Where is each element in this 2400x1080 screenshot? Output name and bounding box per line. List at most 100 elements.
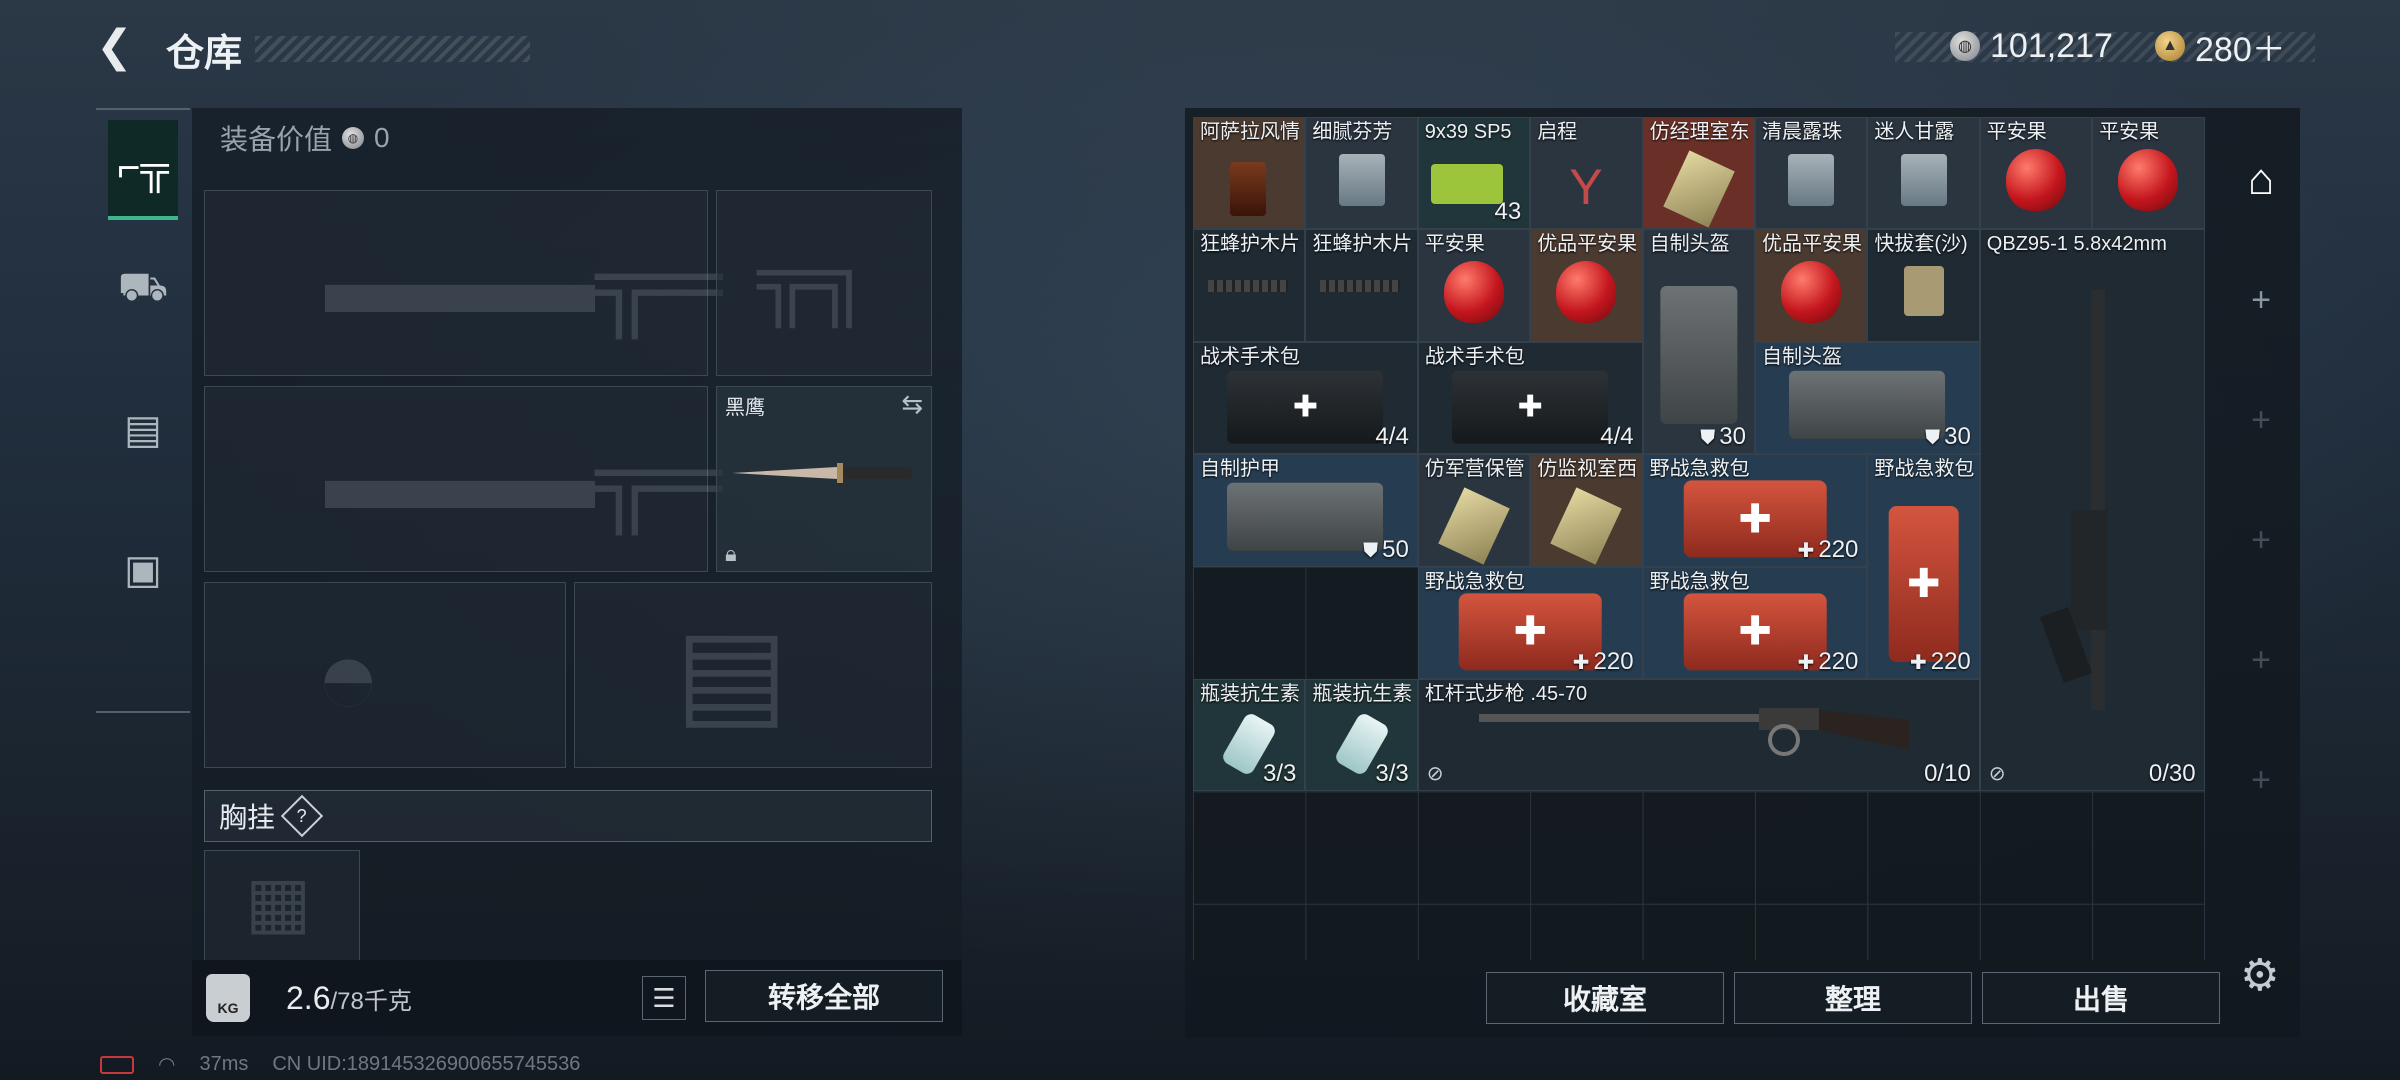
stash-item[interactable]: 仿经理室东 <box>1642 117 1755 230</box>
sell-button[interactable]: 出售 <box>1982 972 2220 1024</box>
item-name: QBZ95-1 5.8x42mm <box>1986 233 2167 256</box>
item-name: 9x39 SP5 <box>1424 121 1512 143</box>
secondary-weapon-slot[interactable]: ▬▬▬╦═ <box>204 386 723 572</box>
apple-image <box>1443 261 1504 324</box>
currency-silver: ◍ 101,217 <box>1950 26 2113 66</box>
stash-item[interactable]: 瓶装抗生素 3/3 <box>1193 679 1306 792</box>
item-name: 战术手术包 <box>1424 345 1525 368</box>
stash-item[interactable]: 9x39 SP5 43 <box>1417 117 1531 230</box>
primary-weapon-slot[interactable]: ▬▬▬╦═ <box>204 190 723 376</box>
stash-item[interactable]: 优品平安果 <box>1755 229 1868 342</box>
tab-backpack[interactable]: ⛟ <box>108 240 178 340</box>
stash-item[interactable]: 自制头盔 ⛊ 30 <box>1642 229 1755 455</box>
add-tab-icon[interactable]: + <box>2223 270 2299 330</box>
list-view-button[interactable]: ☰ <box>642 976 686 1020</box>
stash-item[interactable]: QBZ95-1 5.8x42mm 0/30 ⊘ <box>1979 229 2205 792</box>
handguard-image <box>1208 280 1288 293</box>
stash-item[interactable]: 平安果 <box>2092 117 2205 230</box>
item-name: 阿萨拉风情 <box>1200 121 1300 143</box>
stash-item[interactable]: ✚ 野战急救包 ✚ 220 <box>1417 566 1643 679</box>
organize-button[interactable]: 整理 <box>1734 972 1972 1024</box>
chest-rig-slot[interactable]: ▦ <box>204 850 360 964</box>
stash-item[interactable]: 平安果 <box>1417 229 1531 342</box>
item-qty: 43 <box>1494 198 1522 226</box>
durability-icon: ⛊ <box>1700 427 1716 450</box>
stash-home-icon[interactable]: ⌂ <box>2223 150 2299 210</box>
stash-item[interactable]: 阿萨拉风情 <box>1193 117 1306 230</box>
side-tabs: ⌐╦ ⛟ ▤ ▣ <box>96 108 190 713</box>
knife-name: 黑鹰 <box>725 397 765 419</box>
keycard-image <box>1438 487 1510 565</box>
item-name: 平安果 <box>1424 233 1485 256</box>
medkit-image: ✚ <box>1888 506 1959 663</box>
stash-item[interactable]: 狂蜂护木片 <box>1305 229 1418 342</box>
stash-item[interactable]: 迷人甘露 <box>1867 117 1980 230</box>
transfer-all-button[interactable]: 转移全部 <box>705 970 943 1022</box>
weight-display: 2.6/78千克 <box>286 980 412 1016</box>
equipment-value: 装备价值 ◍ 0 <box>220 118 390 158</box>
battery-icon <box>100 1055 134 1074</box>
stash-item[interactable]: ✚ 战术手术包 4/4 <box>1417 341 1643 455</box>
item-name: 野战急救包 <box>1649 458 1750 481</box>
help-icon[interactable]: ? <box>280 794 324 838</box>
stash-item[interactable]: 自制护甲 ⛊ 50 <box>1193 454 1418 567</box>
stash-item[interactable]: 优品平安果 <box>1530 229 1643 342</box>
item-name: 启程 <box>1537 121 1578 143</box>
stash-item[interactable]: ✚ 野战急救包 ✚ 220 <box>1867 454 1980 679</box>
stash-item[interactable]: 狂蜂护木片 <box>1193 229 1306 342</box>
durability-icon: ⛊ <box>1925 427 1941 450</box>
ping: 37ms <box>199 1053 249 1075</box>
add-tab-icon[interactable]: + <box>2223 390 2299 450</box>
helmet-slot[interactable]: ◓ <box>204 582 566 768</box>
gold-coin-icon: ▲ <box>2155 31 2185 61</box>
pistol-slot[interactable]: ╦╗ <box>716 190 932 376</box>
stash-item[interactable]: 快拔套(沙) <box>1867 229 1980 342</box>
item-name: 杠杆式步枪 .45-70 <box>1424 683 1588 705</box>
item-qty: 0/30 <box>2148 760 2196 788</box>
page-title: 仓库 <box>166 33 243 75</box>
stash-item[interactable]: Y 启程 <box>1530 117 1643 230</box>
add-tab-icon[interactable]: + <box>2223 630 2299 690</box>
title-decoration <box>255 36 530 62</box>
stash-item[interactable]: ✚ 战术手术包 4/4 <box>1193 341 1418 455</box>
add-tab-icon[interactable]: + <box>2223 510 2299 570</box>
back-icon[interactable]: ❮ <box>96 24 146 70</box>
item-name: 优品平安果 <box>1537 233 1638 256</box>
stash-item[interactable]: 仿军营保管 <box>1417 454 1531 567</box>
item-name: 狂蜂护木片 <box>1200 233 1300 256</box>
stash-item[interactable]: 自制头盔 ⛊ 30 <box>1755 341 1980 455</box>
swap-icon[interactable]: ⇆ <box>901 389 923 420</box>
currency-gold[interactable]: ▲ 280＋ <box>2155 26 2286 69</box>
melee-slot[interactable]: 黑鹰 ⇆ 🔒︎ <box>716 386 932 572</box>
ammo-box-image <box>1430 164 1503 204</box>
item-qty: 3/3 <box>1263 760 1297 788</box>
tab-weapons[interactable]: ⌐╦ <box>108 120 178 220</box>
weight-icon: KG <box>206 974 250 1022</box>
holster-image <box>1904 266 1945 317</box>
stash-item[interactable]: ✚ 野战急救包 ✚ 220 <box>1642 566 1868 679</box>
item-qty: ⛊ 30 <box>1925 423 1971 451</box>
item-name: 自制头盔 <box>1762 345 1842 368</box>
collection-button[interactable]: 收藏室 <box>1486 972 1724 1024</box>
stash-item[interactable]: 瓶装抗生素 3/3 <box>1305 679 1418 792</box>
settings-gear-icon[interactable]: ⚙ <box>2240 950 2279 1001</box>
tab-vest[interactable]: ▤ <box>108 380 178 480</box>
stash-item[interactable]: 细腻芬芳 <box>1305 117 1418 230</box>
currency-gold-value: 280＋ <box>2195 30 2286 69</box>
armor-slot[interactable]: ▤ <box>574 582 932 768</box>
item-name: 快拔套(沙) <box>1874 233 1968 256</box>
stash-item[interactable]: 杠杆式步枪 .45-70 0/10 ⊘ <box>1417 679 1980 792</box>
keycard-image <box>1662 150 1735 228</box>
apple-image <box>2118 148 2179 211</box>
item-name: 自制头盔 <box>1649 233 1730 256</box>
rifle-silhouette-icon: ▬▬▬╦═ <box>325 232 723 332</box>
item-name: 野战急救包 <box>1424 570 1525 593</box>
tab-case[interactable]: ▣ <box>108 520 178 620</box>
add-tab-icon[interactable]: + <box>2223 750 2299 810</box>
stash-item[interactable]: 清晨露珠 <box>1755 117 1868 230</box>
stash-item[interactable]: 平安果 <box>1979 117 2093 230</box>
item-name: 瓶装抗生素 <box>1312 683 1413 705</box>
helmet-silhouette-icon: ◓ <box>315 615 382 738</box>
stash-item[interactable]: ✚ 野战急救包 ✚ 220 <box>1642 454 1868 567</box>
stash-item[interactable]: 仿监视室西 <box>1530 454 1643 567</box>
